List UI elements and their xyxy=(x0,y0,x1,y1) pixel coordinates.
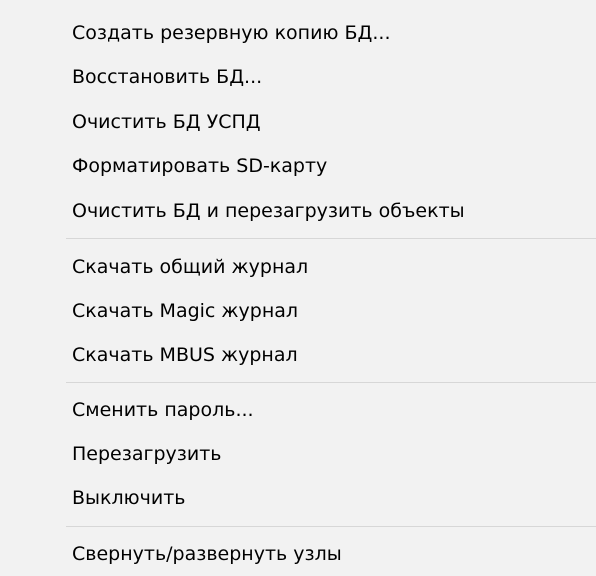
menu-item-label: Свернуть/развернуть узлы xyxy=(72,543,342,565)
menu-item-shutdown[interactable]: Выключить xyxy=(0,476,596,520)
menu-item-download-mbus-log[interactable]: Скачать MBUS журнал xyxy=(0,333,596,377)
menu-item-reboot[interactable]: Перезагрузить xyxy=(0,432,596,476)
menu-item-download-magic-log[interactable]: Скачать Magic журнал xyxy=(0,289,596,333)
menu-item-collapse-expand-nodes[interactable]: Свернуть/развернуть узлы xyxy=(0,532,596,576)
menu-item-label: Выключить xyxy=(72,487,186,509)
menu-item-label: Восстановить БД... xyxy=(72,66,263,88)
menu-item-clear-uspd-db[interactable]: Очистить БД УСПД xyxy=(0,100,596,144)
menu-item-label: Форматировать SD-карту xyxy=(72,155,328,177)
menu-item-download-general-log[interactable]: Скачать общий журнал xyxy=(0,245,596,289)
menu-item-label: Скачать Magic журнал xyxy=(72,300,299,322)
menu-separator xyxy=(66,382,596,383)
menu-item-label: Перезагрузить xyxy=(72,443,222,465)
menu-item-label: Скачать общий журнал xyxy=(72,256,309,278)
menu-item-label: Очистить БД УСПД xyxy=(72,111,261,133)
menu-item-change-password[interactable]: Сменить пароль... xyxy=(0,388,596,432)
menu-item-restore-db[interactable]: Восстановить БД... xyxy=(0,55,596,99)
menu-item-create-db-backup[interactable]: Создать резервную копию БД... xyxy=(0,11,596,55)
menu-item-label: Очистить БД и перезагрузить объекты xyxy=(72,200,465,222)
menu-item-label: Сменить пароль... xyxy=(72,399,254,421)
menu-item-format-sd-card[interactable]: Форматировать SD-карту xyxy=(0,144,596,188)
menu-item-label: Создать резервную копию БД... xyxy=(72,22,391,44)
menu-separator xyxy=(66,526,596,527)
menu-item-label: Скачать MBUS журнал xyxy=(72,344,298,366)
context-menu: Создать резервную копию БД... Восстанови… xyxy=(0,0,596,576)
menu-item-clear-db-reload-objects[interactable]: Очистить БД и перезагрузить объекты xyxy=(0,189,596,233)
menu-separator xyxy=(66,238,596,239)
